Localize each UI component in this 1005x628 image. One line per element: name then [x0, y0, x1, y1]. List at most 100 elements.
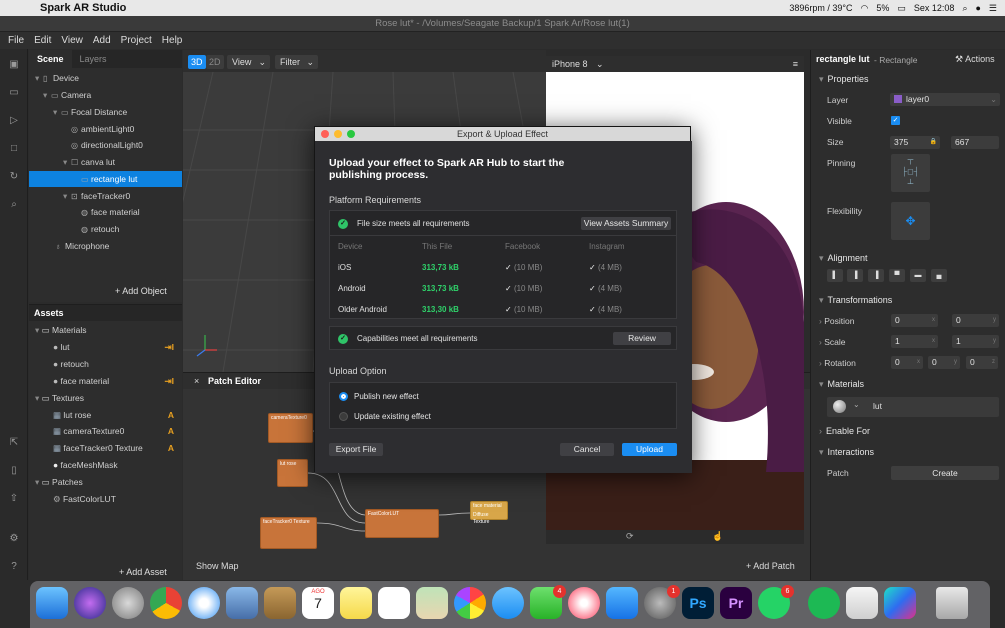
textedit-icon[interactable] — [846, 587, 878, 619]
tree-item-face-material[interactable]: ◍ face material — [29, 204, 182, 220]
music-icon[interactable] — [568, 587, 600, 619]
messages-icon[interactable] — [492, 587, 524, 619]
align-left-icon[interactable]: ▌ — [827, 269, 843, 282]
spark-ar-icon[interactable] — [884, 587, 916, 619]
rotation-z-input[interactable]: 0z — [966, 356, 998, 369]
tree-item-retouch[interactable]: ◍ retouch — [29, 221, 182, 237]
visible-checkbox[interactable]: ✓ — [891, 116, 900, 125]
fan-status[interactable]: 3896rpm / 39°C — [789, 3, 852, 13]
siri-icon[interactable] — [74, 587, 106, 619]
add-patch-button[interactable]: + Add Patch — [746, 561, 795, 571]
asset-item-face-material[interactable]: ● face material ⇥I — [29, 373, 182, 389]
clock[interactable]: Sex 12:08 — [914, 3, 955, 13]
menu-edit[interactable]: Edit — [34, 35, 51, 46]
tree-item-face-tracker[interactable]: ▾ ⊡ faceTracker0 — [29, 188, 182, 204]
add-object-button[interactable]: + Add Object — [115, 286, 167, 296]
cancel-button[interactable]: Cancel — [560, 443, 614, 456]
section-materials[interactable]: ▾ Materials — [811, 377, 1005, 391]
tree-item-microphone[interactable]: ♁ Microphone — [29, 238, 182, 254]
asset-folder-materials[interactable]: ▾ ▭ Materials — [29, 322, 182, 338]
align-top-icon[interactable]: ▀ — [889, 269, 905, 282]
minimize-window-button[interactable] — [334, 130, 342, 138]
close-window-button[interactable] — [321, 130, 329, 138]
settings-icon[interactable]: ⚙ — [8, 533, 20, 545]
export-icon[interactable]: ⇱ — [8, 437, 20, 449]
position-y-input[interactable]: 0y — [952, 314, 999, 327]
asset-item-fast-color-lut[interactable]: ⚙ FastColorLUT — [29, 491, 182, 507]
menu-view[interactable]: View — [61, 35, 83, 46]
size-width-input[interactable]: 375 🔒 — [890, 136, 940, 149]
tree-item-device[interactable]: ▾ ▯ Device — [29, 70, 182, 86]
mode-3d-button[interactable]: 3D — [188, 55, 206, 69]
asset-item-camera-texture[interactable]: ▦ cameraTexture0 A — [29, 423, 182, 439]
layout-icon[interactable]: ▣ — [8, 59, 20, 71]
layer-dropdown[interactable]: layer0 ⌄ — [890, 93, 1000, 106]
tree-item-rectangle-lut[interactable]: ▭ rectangle lut — [29, 171, 182, 187]
publish-new-label[interactable]: Publish new effect — [354, 392, 419, 402]
align-center-icon[interactable]: ▐ — [847, 269, 863, 282]
create-patch-button[interactable]: Create — [891, 466, 999, 480]
device-selector[interactable]: iPhone 8 — [552, 59, 588, 69]
tree-item-canvas[interactable]: ▾ ☐ canva lut — [29, 154, 182, 170]
tree-item-directional-light[interactable]: ◎ directionalLight0 — [29, 137, 182, 153]
spotify-icon[interactable] — [808, 587, 840, 619]
app-store-icon[interactable] — [606, 587, 638, 619]
app-name[interactable]: Spark AR Studio — [40, 2, 126, 14]
whatsapp-icon[interactable]: 6 — [758, 585, 794, 619]
photos-icon[interactable] — [454, 587, 486, 619]
update-existing-label[interactable]: Update existing effect — [354, 412, 431, 422]
chrome-icon[interactable] — [150, 587, 182, 619]
camera-switch-icon[interactable]: ⟳ — [626, 531, 634, 542]
safari-icon[interactable] — [188, 587, 220, 619]
review-button[interactable]: Review — [613, 332, 671, 345]
launchpad-icon[interactable] — [112, 587, 144, 619]
patch-node-lut-rose[interactable]: lut rose — [277, 459, 308, 487]
finder-icon[interactable] — [36, 587, 68, 619]
wifi-icon[interactable]: ◠ — [861, 3, 869, 14]
notification-center-icon[interactable]: ☰ — [989, 3, 997, 14]
flexibility-widget[interactable]: ✥ — [891, 202, 930, 240]
position-x-input[interactable]: 0x — [891, 314, 938, 327]
menu-add[interactable]: Add — [93, 35, 111, 46]
test-device-icon[interactable]: ▯ — [8, 465, 20, 477]
patch-node-face-material[interactable]: face material Diffuse Texture — [470, 501, 508, 525]
section-alignment[interactable]: ▾ Alignment — [811, 251, 1005, 265]
play-icon[interactable]: ▷ — [8, 115, 20, 127]
spotlight-icon[interactable]: ⌕ — [962, 3, 967, 14]
section-enable-for[interactable]: › Enable For — [811, 424, 1005, 438]
asset-item-face-mesh-mask[interactable]: ● faceMeshMask — [29, 457, 182, 473]
video-icon[interactable]: ▭ — [8, 87, 20, 99]
publish-new-radio[interactable] — [339, 392, 348, 401]
search-icon[interactable]: ⌕ — [8, 199, 20, 211]
trash-icon[interactable] — [936, 587, 968, 619]
actions-button[interactable]: ⚒ Actions — [955, 54, 995, 65]
asset-item-lut[interactable]: ● lut ⇥I — [29, 339, 182, 355]
section-transformations[interactable]: ▾ Transformations — [811, 293, 1005, 307]
battery-icon[interactable]: ▭ — [897, 3, 906, 14]
tree-item-ambient-light[interactable]: ◎ ambientLight0 — [29, 121, 182, 137]
view-assets-summary-button[interactable]: View Assets Summary — [581, 217, 671, 230]
photoshop-icon[interactable]: Ps — [682, 587, 714, 619]
tab-layers[interactable]: Layers — [72, 50, 115, 68]
zoom-window-button[interactable] — [347, 130, 355, 138]
scale-x-input[interactable]: 1x — [891, 335, 938, 348]
material-slot[interactable]: ⌄ lut — [827, 397, 999, 417]
add-asset-button[interactable]: + Add Asset — [119, 567, 167, 577]
menu-icon[interactable]: ≡ — [793, 56, 798, 72]
preview-app-icon[interactable] — [226, 587, 258, 619]
reminders-icon[interactable] — [378, 587, 410, 619]
scale-y-input[interactable]: 1y — [952, 335, 999, 348]
align-middle-icon[interactable]: ▬ — [910, 269, 926, 282]
rotation-y-input[interactable]: 0y — [928, 356, 960, 369]
facetime-icon[interactable]: 4 — [530, 585, 566, 619]
upload-icon[interactable]: ⇧ — [8, 493, 20, 505]
patch-node-fast-color-lut[interactable]: FastColorLUT — [365, 509, 439, 538]
asset-folder-patches[interactable]: ▾ ▭ Patches — [29, 474, 182, 490]
view-dropdown[interactable]: View ⌄ — [227, 55, 270, 69]
battery-level[interactable]: 5% — [876, 3, 889, 13]
section-interactions[interactable]: ▾ Interactions — [811, 445, 1005, 459]
tab-scene[interactable]: Scene — [29, 50, 72, 68]
menu-help[interactable]: Help — [162, 35, 183, 46]
align-right-icon[interactable]: ▐ — [868, 269, 884, 282]
notes-book-icon[interactable] — [264, 587, 296, 619]
